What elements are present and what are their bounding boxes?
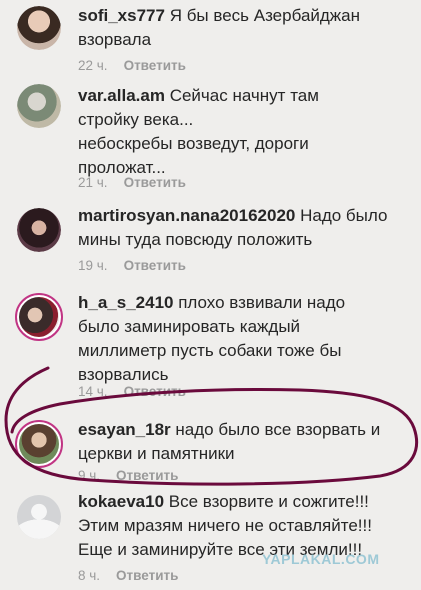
comment-timestamp: 8 ч. xyxy=(78,568,101,583)
username-link[interactable]: kokaeva10 xyxy=(78,492,164,511)
comment-body-line: стройку века... xyxy=(78,110,194,129)
comment-meta: 14 ч. Ответить xyxy=(78,384,186,399)
comment-meta: 8 ч. Ответить xyxy=(78,568,178,583)
username-link[interactable]: esayan_18r xyxy=(78,420,171,439)
comment-text: martirosyan.nana20162020 Надо было мины … xyxy=(78,204,413,252)
comment-text: sofi_xs777 Я бы весь Азербайджан взорвал… xyxy=(78,4,413,52)
username-link[interactable]: h_a_s_2410 xyxy=(78,293,173,312)
reply-button[interactable]: Ответить xyxy=(124,258,186,273)
reply-button[interactable]: Ответить xyxy=(116,468,178,483)
avatar[interactable] xyxy=(15,420,63,468)
comment-body-line: Сейчас начнут там xyxy=(169,86,319,105)
avatar[interactable] xyxy=(15,293,63,341)
avatar[interactable] xyxy=(17,495,61,539)
comment-timestamp: 9 ч. xyxy=(78,468,101,483)
comment-timestamp: 19 ч. xyxy=(78,258,108,273)
username-link[interactable]: martirosyan.nana20162020 xyxy=(78,206,295,225)
comment-timestamp: 22 ч. xyxy=(78,58,108,73)
comment-body-line: церкви и памятники xyxy=(78,444,235,463)
reply-button[interactable]: Ответить xyxy=(124,58,186,73)
comment-text: esayan_18r надо было все взорвать и церк… xyxy=(78,418,413,466)
comment-meta: 22 ч. Ответить xyxy=(78,58,186,73)
comment-meta: 19 ч. Ответить xyxy=(78,258,186,273)
comment-body-line: было заминировать каждый xyxy=(78,317,301,336)
avatar[interactable] xyxy=(17,6,61,50)
reply-button[interactable]: Ответить xyxy=(116,568,178,583)
comment-body-line: надо было все взорвать и xyxy=(175,420,381,439)
watermark: YAPLAKAL.COM xyxy=(262,551,380,567)
comment-timestamp: 21 ч. xyxy=(78,175,108,190)
comment-body-line: Этим мразям ничего не оставляйте!!! xyxy=(78,516,372,535)
username-link[interactable]: sofi_xs777 xyxy=(78,6,165,25)
comment-timestamp: 14 ч. xyxy=(78,384,108,399)
comment-text: h_a_s_2410 плохо взвивали надо было зами… xyxy=(78,291,413,387)
comment-body-line: Надо было xyxy=(300,206,388,225)
avatar[interactable] xyxy=(17,84,61,128)
comment-meta: 9 ч. Ответить xyxy=(78,468,178,483)
comment-text: var.alla.am Сейчас начнут там стройку ве… xyxy=(78,84,413,180)
reply-button[interactable]: Ответить xyxy=(124,175,186,190)
reply-button[interactable]: Ответить xyxy=(124,384,186,399)
avatar[interactable] xyxy=(17,208,61,252)
comment-body-line: миллиметр пусть собаки тоже бы xyxy=(78,341,342,360)
comment-body-line: небоскребы возведут, дороги xyxy=(78,134,309,153)
default-avatar-icon xyxy=(17,495,61,539)
comment-body-line: взорвала xyxy=(78,30,152,49)
comment-meta: 21 ч. Ответить xyxy=(78,175,186,190)
username-link[interactable]: var.alla.am xyxy=(78,86,165,105)
comment-body-line: Я бы весь Азербайджан xyxy=(169,6,361,25)
comment-body-line: Все взорвите и сожгите!!! xyxy=(168,492,369,511)
comment-body-line: плохо взвивали надо xyxy=(178,293,346,312)
comment-body-line: мины туда повсюду положить xyxy=(78,230,313,249)
